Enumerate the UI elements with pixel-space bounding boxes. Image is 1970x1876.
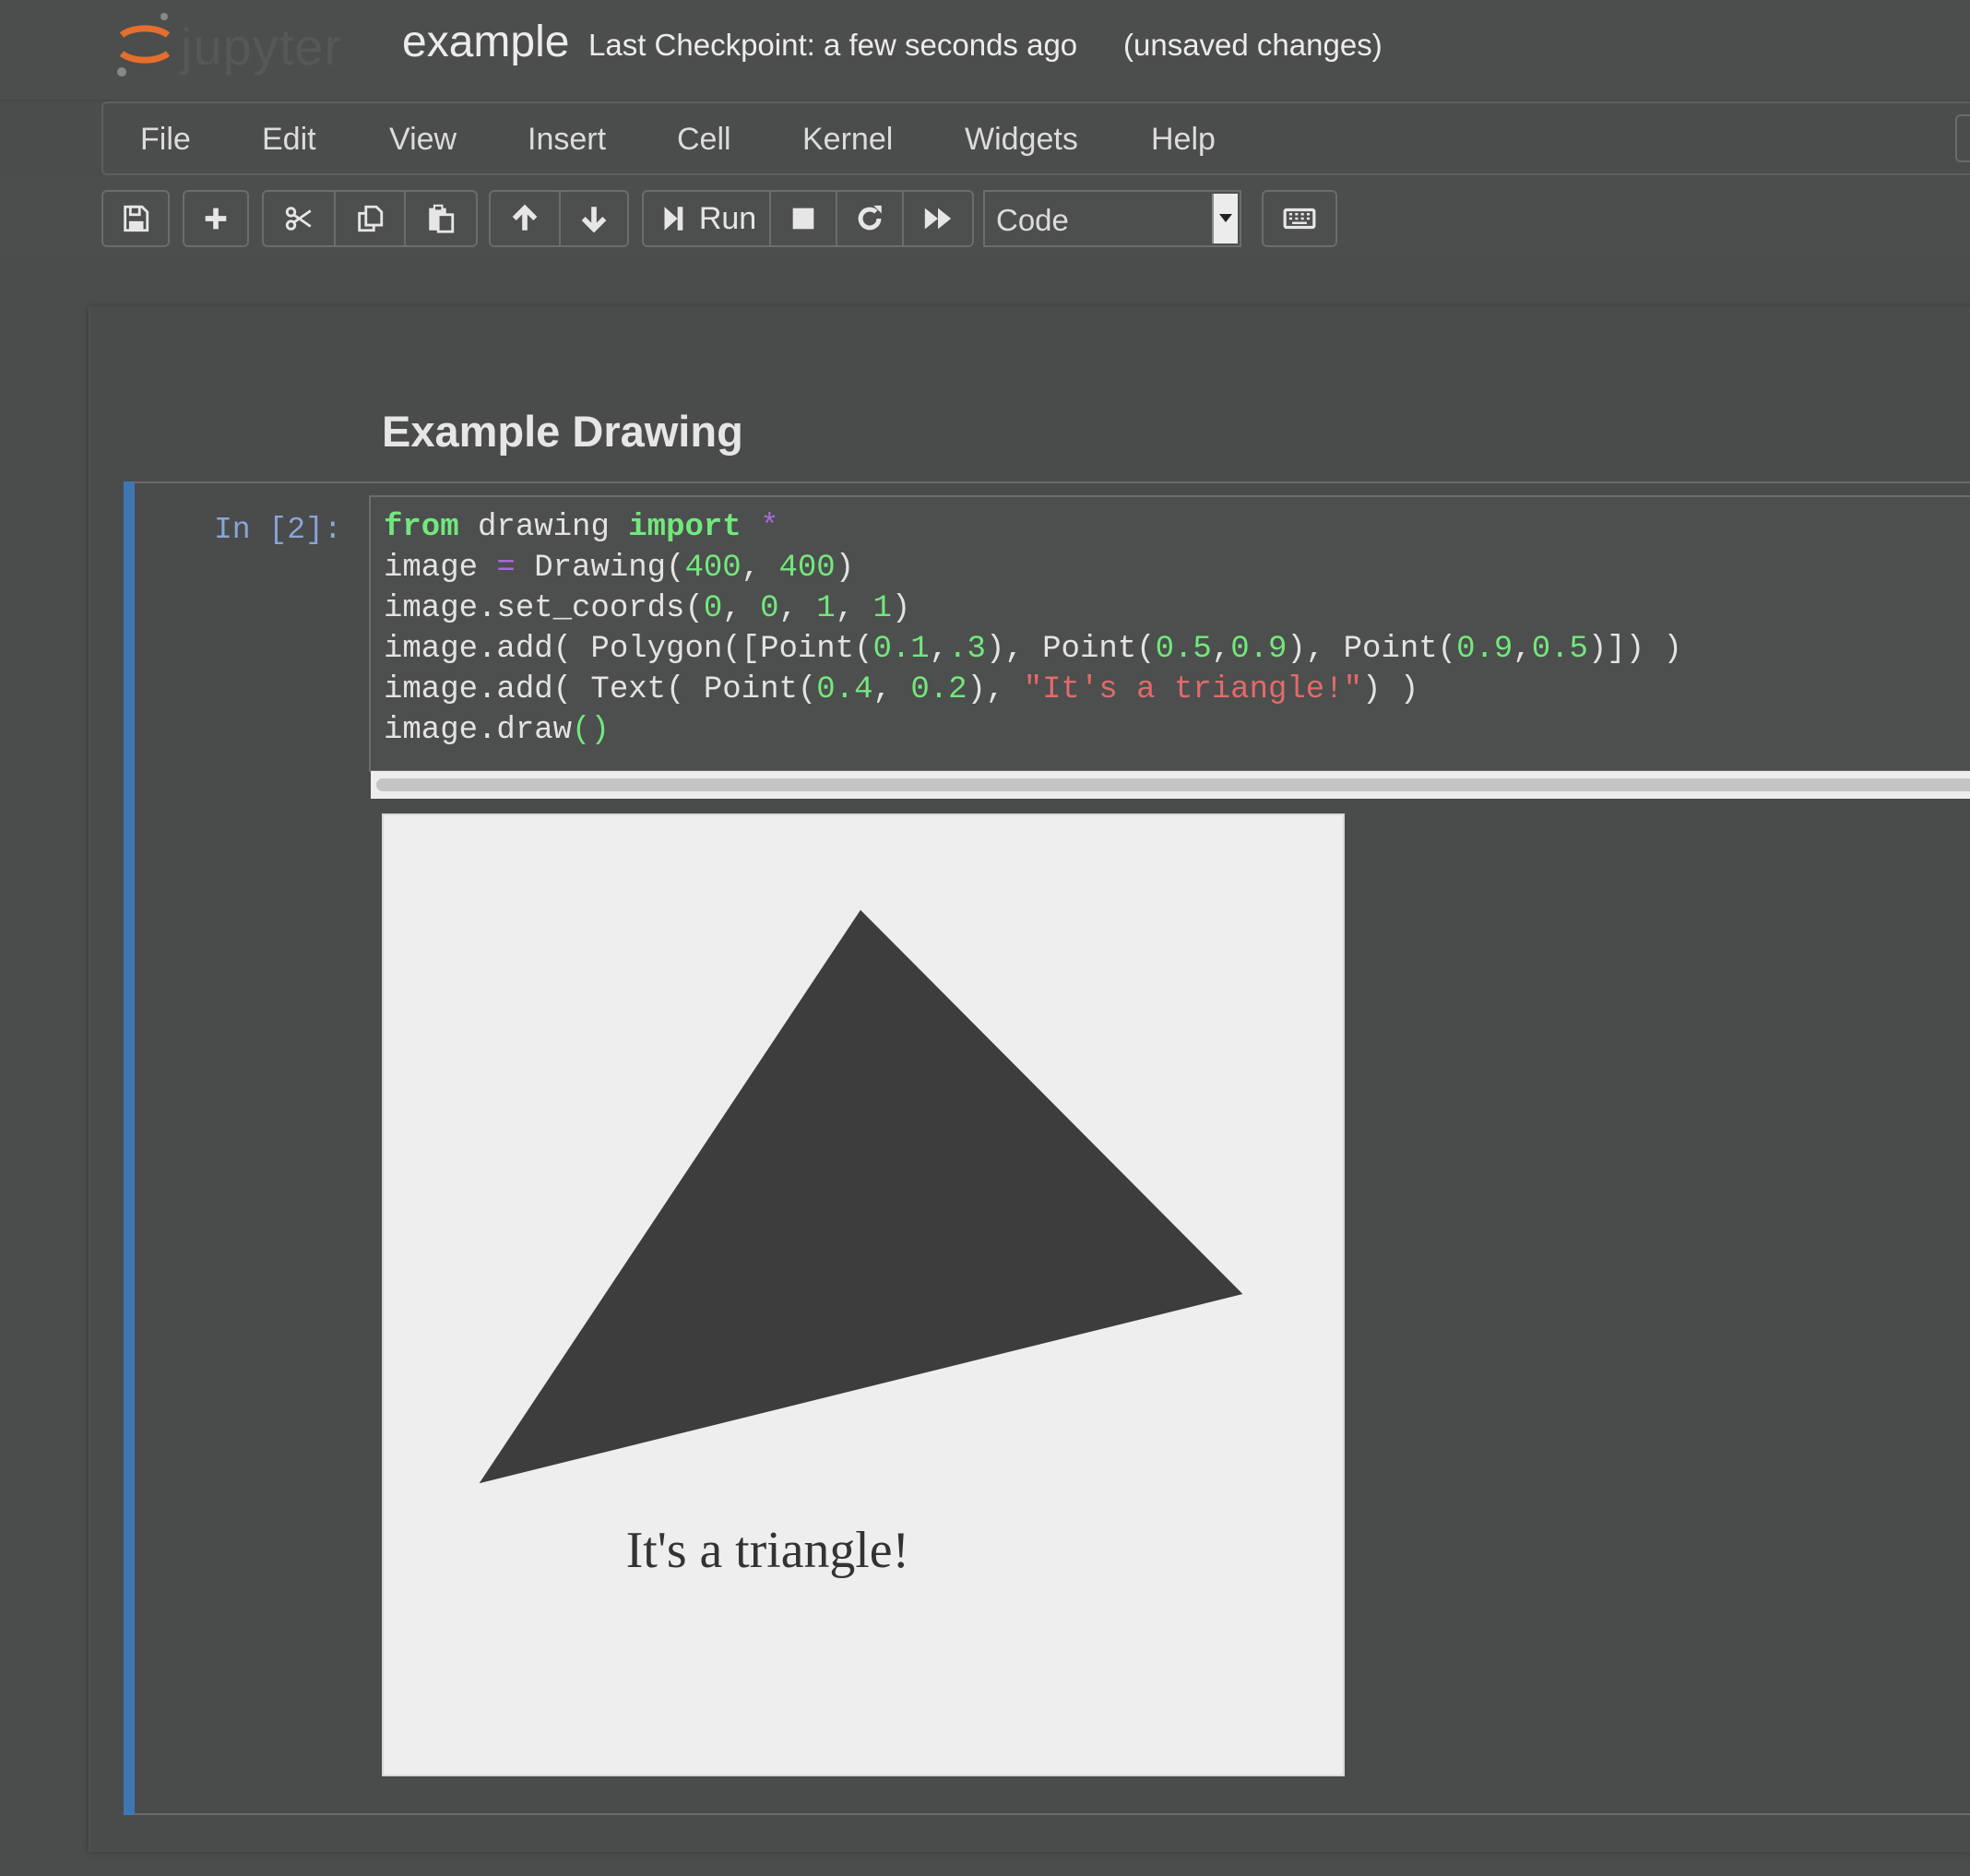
copy-icon	[358, 205, 384, 232]
header: jupyter example Last Checkpoint: a few s…	[0, 0, 1970, 101]
notebook-name[interactable]: example	[402, 17, 569, 67]
menubar: File Edit View Insert Cell Kernel Widget…	[101, 101, 1970, 175]
menu-help[interactable]: Help	[1151, 122, 1216, 158]
cell-selection-bar	[124, 481, 135, 1815]
menu-cell[interactable]: Cell	[677, 122, 731, 158]
code-line-4: image.add( Polygon([Point(0.1,.3), Point…	[384, 632, 1682, 667]
command-palette-button[interactable]	[1262, 190, 1337, 247]
scissors-icon	[285, 207, 312, 231]
cut-button[interactable]	[262, 190, 336, 247]
code-line-1: from drawing import *	[384, 510, 779, 545]
menu-edit[interactable]: Edit	[262, 122, 316, 158]
drawing-canvas: It's a triangle!	[479, 909, 1243, 1579]
menu-view[interactable]: View	[389, 122, 457, 158]
save-icon	[124, 205, 149, 232]
keyboard-icon	[1283, 208, 1316, 230]
chevron-down-icon[interactable]	[1212, 194, 1238, 243]
menu-widgets[interactable]: Widgets	[965, 122, 1078, 158]
checkpoint-status: Last Checkpoint: a few seconds ago	[588, 28, 1078, 62]
code-editor[interactable]: from drawing import * image = Drawing(40…	[369, 495, 1970, 772]
insert-cell-button[interactable]	[183, 190, 249, 247]
run-button[interactable]: Run	[642, 190, 771, 247]
logo-wordmark: jupyter	[181, 18, 343, 76]
interrupt-kernel-button[interactable]	[769, 190, 837, 247]
input-prompt: In [2]:	[214, 513, 342, 547]
scrollbar-thumb[interactable]	[376, 778, 1970, 791]
restart-run-all-button[interactable]	[902, 190, 974, 247]
arrow-up-icon	[512, 204, 538, 231]
restart-kernel-button[interactable]	[836, 190, 904, 247]
markdown-heading[interactable]: Example Drawing	[382, 406, 743, 457]
fast-forward-icon	[924, 208, 952, 230]
save-button[interactable]	[101, 190, 170, 247]
triangle-shape	[479, 909, 1243, 1484]
stop-icon	[792, 208, 814, 230]
horizontal-scrollbar[interactable]	[371, 771, 1970, 799]
arrow-down-icon	[581, 207, 607, 233]
code-line-5: image.add( Text( Point(0.4, 0.2), "It's …	[384, 672, 1419, 707]
output-drawing: It's a triangle!	[382, 813, 1345, 1776]
paste-button[interactable]	[404, 190, 478, 247]
move-down-button[interactable]	[559, 190, 629, 247]
paste-icon	[429, 204, 455, 233]
menu-kernel[interactable]: Kernel	[802, 122, 893, 158]
restart-icon	[858, 205, 882, 231]
copy-button[interactable]	[334, 190, 406, 247]
menu-insert[interactable]: Insert	[528, 122, 606, 158]
autosave-status: (unsaved changes)	[1123, 28, 1383, 62]
run-label: Run	[698, 200, 757, 236]
step-forward-icon	[664, 207, 683, 231]
triangle-caption: It's a triangle!	[626, 1522, 909, 1579]
move-up-button[interactable]	[489, 190, 561, 247]
code-line-3: image.set_coords(0, 0, 1, 1)	[384, 591, 911, 626]
code-line-2: image = Drawing(400, 400)	[384, 551, 855, 586]
plus-icon	[205, 208, 227, 230]
cell-type-select[interactable]: Code	[983, 190, 1241, 247]
kernel-indicator[interactable]	[1955, 114, 1970, 162]
code-line-6: image.draw()	[384, 713, 610, 748]
menu-file[interactable]: File	[140, 122, 191, 158]
cell-type-value: Code	[996, 203, 1069, 237]
